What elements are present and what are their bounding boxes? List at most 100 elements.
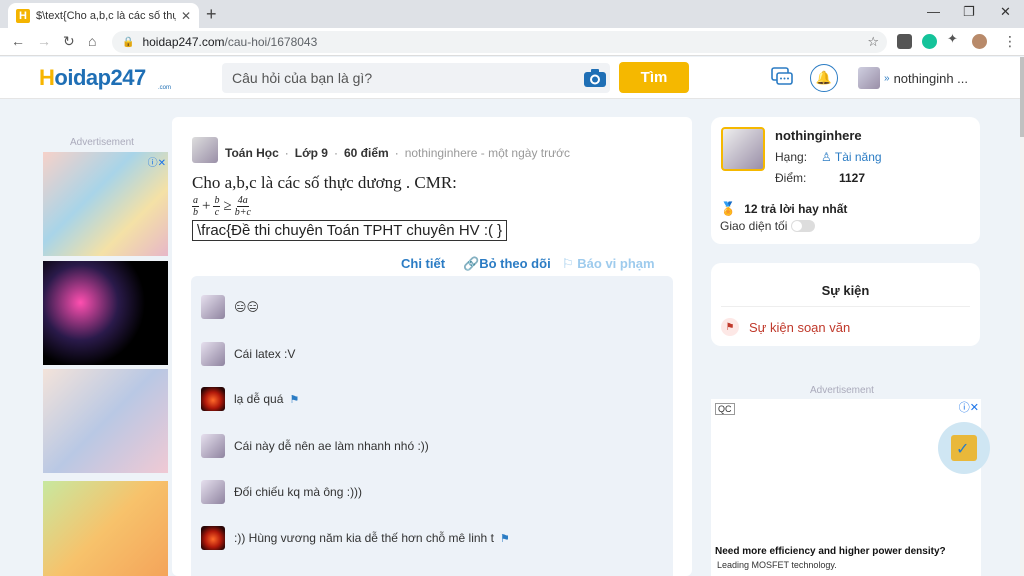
commenter-avatar[interactable] [201, 434, 225, 458]
comment-text: Cái latex :V [234, 347, 296, 361]
link-icon: 🔗 [463, 256, 480, 271]
event-text: Sự kiện soạn văn [749, 319, 851, 335]
site-header: Hoidap247 .com Tìm 🔔 » nothinginh ... [0, 57, 1020, 99]
question-formula: ab + bc ≥ 4a b+c [192, 195, 251, 218]
address-bar[interactable]: 🔒 hoidap247.com /cau-hoi/1678043 ☆ [112, 31, 887, 53]
ad-image-scrunchies[interactable] [43, 261, 168, 365]
browser-menu-icon[interactable]: ⋮ [1003, 33, 1017, 50]
comment-item: Đối chiếu kq mà ông :))) [201, 480, 362, 504]
dark-mode-label: Giao diện tối [720, 219, 788, 233]
extensions-puzzle-icon[interactable]: ✦ [947, 31, 962, 46]
profile-avatar[interactable] [972, 34, 987, 49]
ad-label-left: Advertisement [70, 137, 134, 148]
header-username: nothinginh ... [893, 70, 969, 86]
commenter-avatar[interactable] [201, 342, 225, 366]
dark-mode-row: Giao diện tối [720, 219, 816, 233]
search-input[interactable] [222, 63, 610, 93]
notification-bell-icon[interactable]: 🔔 [810, 64, 838, 92]
ad-subtext: Leading MOSFET technology. [717, 560, 837, 570]
back-icon[interactable]: ← [11, 33, 25, 49]
fraction-b-c: bc [213, 195, 221, 218]
question-card: Toán Học · Lớp 9 · 60 điểm · nothinginhe… [172, 117, 692, 576]
plus-sign: + [202, 198, 211, 214]
asker-avatar[interactable] [192, 137, 218, 163]
restore-icon[interactable]: ❐ [963, 4, 975, 20]
chat-icon[interactable] [771, 67, 793, 87]
site-logo[interactable]: Hoidap247 [39, 65, 146, 91]
reload-icon[interactable]: ↻ [63, 33, 75, 50]
bookmark-star-icon[interactable]: ☆ [867, 34, 879, 50]
browser-tab[interactable]: H $\text{Cho a,b,c là các số thực dương … [8, 3, 199, 28]
ad-image-hair-bows[interactable] [43, 369, 168, 473]
camera-icon[interactable] [583, 67, 607, 89]
browser-toolbar: ← → ↻ ⌂ 🔒 hoidap247.com /cau-hoi/1678043… [0, 28, 1024, 56]
report-flag-icon[interactable]: ⚑ [289, 393, 299, 406]
events-card: Sự kiện ⚑ Sự kiện soạn văn [711, 263, 980, 346]
daily-task-button[interactable] [938, 422, 990, 474]
comment-text: lạ dễ quá [234, 392, 284, 406]
events-divider [721, 306, 970, 307]
user-menu[interactable]: » nothinginh ... [858, 67, 968, 89]
fraction-4a-bc: 4a b+c [234, 195, 251, 218]
ad-label-right: Advertisement [810, 385, 874, 396]
gift-check-icon [951, 435, 977, 461]
best-answers-text: 12 trả lời hay nhất [744, 202, 848, 216]
commenter-avatar[interactable] [201, 480, 225, 504]
url-path: /cau-hoi/1678043 [224, 35, 318, 49]
ad-info-icon[interactable]: ⓘ✕ [959, 399, 979, 415]
grammarly-extension-icon[interactable] [922, 34, 937, 49]
comment-item: Cái latex :V [201, 342, 295, 366]
profile-card: nothinginhere Hạng: ♙ Tài năng Điểm: 112… [711, 117, 980, 244]
home-icon[interactable]: ⌂ [88, 33, 96, 49]
profile-avatar[interactable] [721, 127, 765, 171]
ad-right[interactable]: QC ⓘ✕ Need more efficiency and higher po… [711, 399, 981, 576]
site-favicon-icon: H [16, 8, 30, 23]
comment-item: 😑😑 [201, 295, 259, 319]
scrollbar-thumb[interactable] [1020, 57, 1024, 137]
points-value: 1127 [839, 171, 866, 185]
event-link[interactable]: ⚑ Sự kiện soạn văn [721, 318, 850, 336]
qc-label: QC [715, 403, 735, 415]
search-button[interactable]: Tìm [619, 62, 689, 93]
rank-badge-icon: ♙ [821, 150, 835, 164]
logo-domain: .com [158, 85, 172, 91]
logo-letter-h: H [39, 65, 55, 90]
comment-text: :)) Hùng vương năm kia dễ thế hơn chỗ mê… [234, 531, 494, 545]
forward-icon[interactable]: → [37, 33, 51, 49]
comment-text: Đối chiếu kq mà ông :))) [234, 485, 363, 499]
question-text: Cho a,b,c là các số thực dương . CMR: [192, 173, 457, 192]
commenter-avatar[interactable] [201, 387, 225, 411]
ad-info-icon[interactable]: ⓘ✕ [148, 154, 166, 169]
comment-text: Cái này dễ nên ae làm nhanh nhó :)) [234, 439, 429, 453]
author-time[interactable]: nothinginhere - một ngày trước [405, 146, 570, 160]
browser-tab-bar: H $\text{Cho a,b,c là các số thực dương … [0, 0, 1024, 28]
ad-image-toast-pouch[interactable] [43, 481, 168, 576]
ad-headline[interactable]: Need more efficiency and higher power de… [715, 546, 946, 557]
url-host: hoidap247.com [142, 35, 225, 49]
detail-link[interactable]: Chi tiết [401, 256, 445, 271]
flag-icon: ⚐ [562, 256, 578, 271]
window-close-icon[interactable]: ✕ [1000, 4, 1011, 20]
comment-item: lạ dễ quá ⚑ [201, 387, 299, 411]
minimize-icon[interactable]: — [927, 4, 940, 19]
comments-list: 😑😑 Cái latex :V lạ dễ quá ⚑ Cái này dễ n… [191, 276, 673, 576]
subject-link[interactable]: Toán Học [225, 146, 279, 160]
close-tab-icon[interactable]: ✕ [181, 9, 191, 23]
commenter-avatar[interactable] [201, 526, 225, 550]
unfollow-button[interactable]: 🔗Bỏ theo dõi [463, 256, 551, 272]
raw-latex-box: \frac{Đề thi chuyên Toán TPHT chuyên HV … [192, 220, 508, 241]
comment-text: 😑😑 [234, 300, 260, 314]
profile-name[interactable]: nothinginhere [775, 128, 862, 143]
best-answers: 🏅 12 trả lời hay nhất [720, 201, 847, 217]
report-button[interactable]: ⚐ Báo vi phạm [562, 256, 655, 272]
new-tab-icon[interactable]: + [206, 4, 217, 25]
rank-value: ♙ Tài năng [821, 150, 882, 164]
commenter-avatar[interactable] [201, 295, 225, 319]
question-meta: Toán Học · Lớp 9 · 60 điểm · nothinginhe… [225, 146, 571, 160]
fraction-a-b: ab [192, 195, 199, 218]
event-flag-icon: ⚑ [721, 318, 739, 336]
flipboard-extension-icon[interactable] [897, 34, 912, 49]
dark-mode-toggle[interactable] [791, 220, 816, 232]
report-flag-icon[interactable]: ⚑ [500, 532, 510, 545]
ad-image-stickers[interactable]: ⓘ✕ [43, 152, 168, 256]
